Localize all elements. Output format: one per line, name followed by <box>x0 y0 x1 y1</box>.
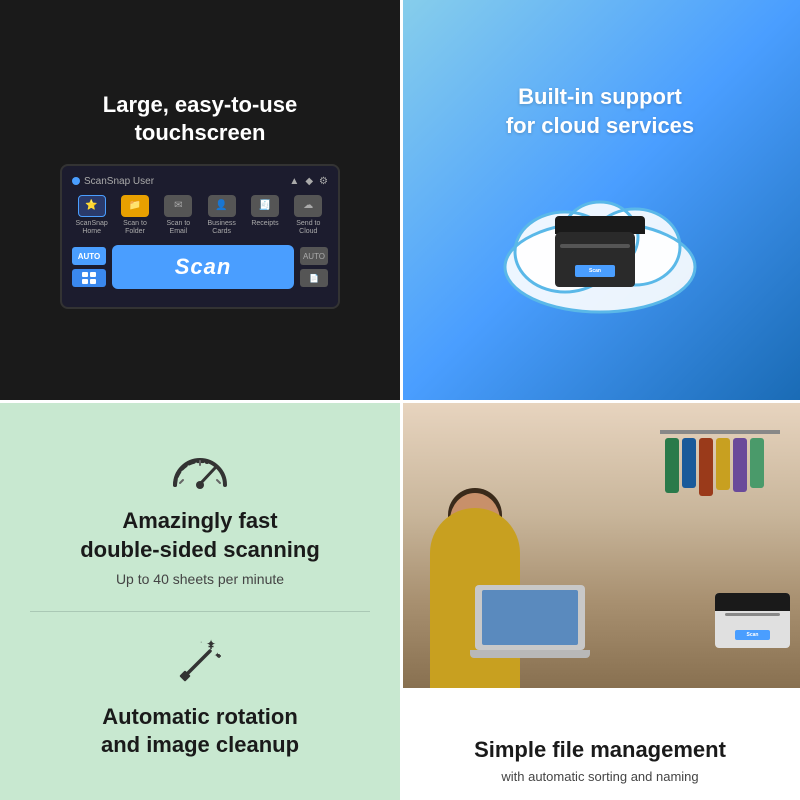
file-management-subtitle: with automatic sorting and naming <box>416 769 784 784</box>
rotation-section: ✦ ✦ · Automatic rotation and image clean… <box>101 636 299 760</box>
nav-email-label: Scan toEmail <box>166 220 190 235</box>
page-wrapper: Large, easy-to-use touchscreen ScanSnap … <box>0 0 800 800</box>
fast-scanning-subtitle: Up to 40 sheets per minute <box>116 571 284 587</box>
screen-user-info: ScanSnap User <box>72 176 154 187</box>
nav-cards-label: BusinessCards <box>207 220 235 235</box>
screen-header: ScanSnap User ▲ ◆ ⚙ <box>72 176 328 187</box>
home-icon: ⭐ <box>78 195 106 217</box>
nav-folder-label: Scan toFolder <box>123 220 147 235</box>
nav-cards[interactable]: 👤 BusinessCards <box>202 195 241 235</box>
mini-scan-label: Scan <box>589 268 601 274</box>
grid-icon <box>81 271 97 285</box>
auto-badge-1: AUTO <box>72 247 106 265</box>
nav-home-label: ScanSnapHome <box>76 220 108 235</box>
signal-icon: ◆ <box>305 176 313 187</box>
nav-receipts[interactable]: 🧾 Receipts <box>245 195 284 235</box>
touchscreen-title: Large, easy-to-use touchscreen <box>103 91 297 148</box>
scan-controls: AUTO Scan AUTO 📄 <box>72 245 328 289</box>
file-management-title: Simple file management <box>416 736 784 765</box>
settings-icon: ⚙ <box>319 176 328 187</box>
scanner-screen-mockup: ScanSnap User ▲ ◆ ⚙ ⭐ ScanSnapHome <box>60 164 340 309</box>
fast-scanning-section: Amazingly fast double-sided scanning Up … <box>30 440 370 611</box>
desk-scanner: Scan <box>715 593 790 663</box>
card-icon: 👤 <box>208 195 236 217</box>
auto-controls-right: AUTO 📄 <box>300 247 328 287</box>
nav-send-label: Send toCloud <box>296 220 320 235</box>
auto-badge-2 <box>72 269 106 287</box>
photo-scene: Scan <box>400 400 800 688</box>
cloud-title: Built-in support for cloud services <box>506 83 694 140</box>
cloud-container: Scan <box>490 157 710 317</box>
wifi-icon: ▲ <box>289 176 299 187</box>
mini-scanner: Scan <box>555 216 645 287</box>
ctrl-btn-2[interactable]: 📄 <box>300 269 328 287</box>
clothes-rack <box>660 410 780 590</box>
clothes-bar <box>660 430 780 434</box>
nav-folder[interactable]: 📁 Scan toFolder <box>115 195 154 235</box>
scanner-screen-mini: Scan <box>575 265 615 277</box>
scan-button[interactable]: Scan <box>112 245 294 289</box>
screen-user-label: ScanSnap User <box>84 176 154 187</box>
svg-text:·: · <box>200 639 202 646</box>
fast-scanning-title: Amazingly fast double-sided scanning <box>80 507 320 564</box>
send-icon: ☁ <box>294 195 322 217</box>
receipt-icon: 🧾 <box>251 195 279 217</box>
auto-controls-left: AUTO <box>72 247 106 287</box>
vertical-divider <box>400 0 403 800</box>
speedometer-icon <box>165 440 235 495</box>
scanner-slot <box>560 244 630 248</box>
user-dot <box>72 177 80 185</box>
rotation-title: Automatic rotation and image cleanup <box>101 703 299 760</box>
cloud-services-cell: Built-in support for cloud services <box>400 0 800 400</box>
screen-status-icons: ▲ ◆ ⚙ <box>289 176 328 187</box>
features-cell: Amazingly fast double-sided scanning Up … <box>0 400 400 800</box>
screen-nav: ⭐ ScanSnapHome 📁 Scan toFolder ✉ Scan to… <box>72 195 328 235</box>
email-icon: ✉ <box>164 195 192 217</box>
nav-receipts-label: Receipts <box>251 220 278 228</box>
scanner-body: Scan <box>555 232 635 287</box>
touchscreen-cell: Large, easy-to-use touchscreen ScanSnap … <box>0 0 400 400</box>
file-management-cell: Scan Simple file management with automat… <box>400 400 800 800</box>
nav-home[interactable]: ⭐ ScanSnapHome <box>72 195 111 235</box>
laptop <box>470 578 590 658</box>
nav-email[interactable]: ✉ Scan toEmail <box>159 195 198 235</box>
ctrl-btn-1[interactable]: AUTO <box>300 247 328 265</box>
folder-icon: 📁 <box>121 195 149 217</box>
file-management-text-panel: Simple file management with automatic so… <box>400 720 800 800</box>
nav-send[interactable]: ☁ Send toCloud <box>289 195 328 235</box>
wand-icon: ✦ ✦ · <box>170 636 230 691</box>
